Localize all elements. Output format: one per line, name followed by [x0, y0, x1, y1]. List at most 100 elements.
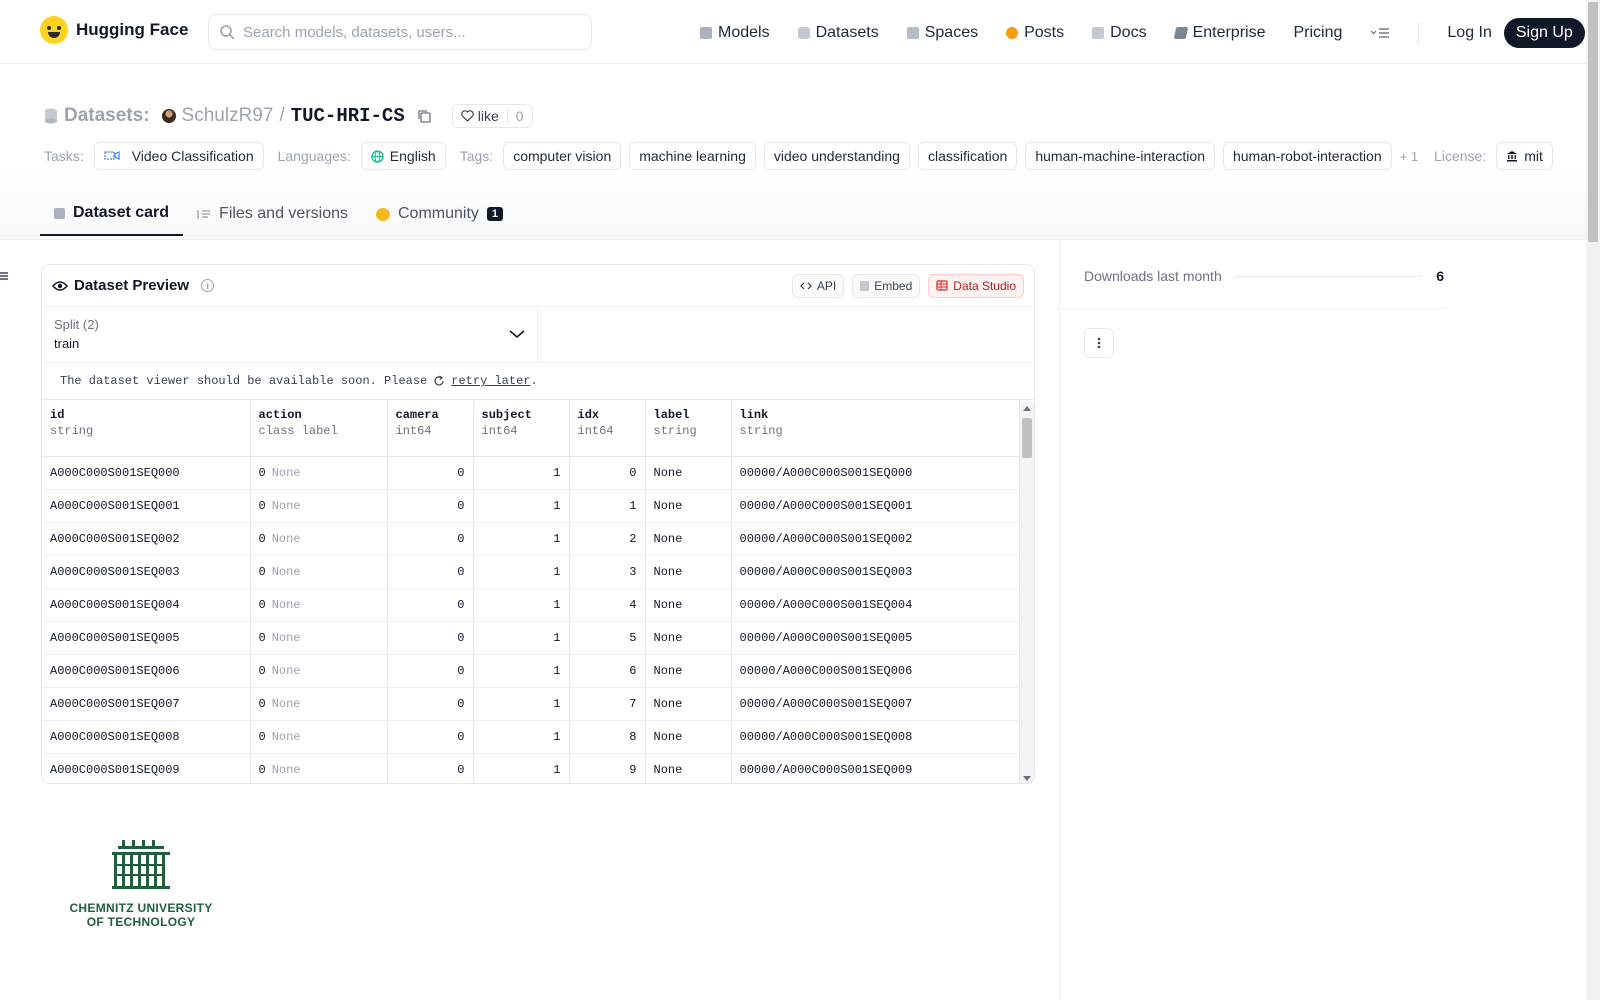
api-label: API: [816, 278, 837, 293]
table-row[interactable]: A000C000S001SEQ008 0 None 0 1 8 None 00000/A000…: [42, 720, 1020, 754]
tab-dataset-card[interactable]: Dataset card: [40, 192, 184, 236]
language-tag[interactable]: English: [360, 142, 446, 170]
search-box[interactable]: [208, 14, 592, 50]
bank-icon: [1507, 151, 1518, 162]
retry-later-link[interactable]: retry later: [451, 374, 530, 388]
column-header-action[interactable]: action class label: [250, 400, 388, 457]
column-name: id: [50, 408, 65, 422]
split-select[interactable]: Split (2) train: [42, 307, 538, 362]
tab-label: Dataset card: [73, 204, 170, 221]
column-header-camera[interactable]: camera int64: [387, 400, 474, 457]
downloads-value: 6: [1436, 268, 1444, 284]
column-header-idx[interactable]: idx int64: [569, 400, 646, 457]
table-row[interactable]: A000C000S001SEQ004 0 None 0 1 4 None 00000/A000…: [42, 588, 1020, 622]
tag-chip[interactable]: machine learning: [629, 142, 756, 170]
table-row[interactable]: A000C000S001SEQ001 0 None 0 1 1 None 00000/A000…: [42, 489, 1020, 523]
cell-action: 0 None: [250, 456, 388, 490]
cell-link: 00000/A000C000S001SEQ008: [731, 720, 1020, 754]
cell-id: A000C000S001SEQ008: [42, 720, 251, 754]
license-tag[interactable]: mit: [1496, 142, 1553, 170]
more-tags-button[interactable]: + 1: [1400, 149, 1418, 164]
nav-posts[interactable]: Posts: [1006, 24, 1064, 42]
cell-subject: 1: [473, 654, 570, 688]
table-row[interactable]: A000C000S001SEQ002 0 None 0 1 2 None 00000/A000…: [42, 522, 1020, 556]
hf-logo[interactable]: Hugging Face: [40, 16, 188, 44]
dataset-name[interactable]: TUC-HRI-CS: [291, 105, 405, 127]
owner-link[interactable]: SchulzR97: [182, 105, 274, 127]
embed-icon: [860, 280, 870, 291]
table-row[interactable]: A000C000S001SEQ007 0 None 0 1 7 None 00000/A000…: [42, 687, 1020, 721]
page-scroll-thumb[interactable]: [1588, 2, 1598, 242]
cell-subject: 1: [473, 489, 570, 523]
nav-docs[interactable]: Docs: [1092, 24, 1147, 42]
kebab-menu-button[interactable]: [1084, 328, 1114, 358]
api-button[interactable]: API: [791, 273, 845, 298]
refresh-icon: [434, 375, 444, 386]
notice-text: The dataset viewer should be available s…: [60, 374, 428, 388]
copy-icon[interactable]: [417, 109, 432, 124]
nav-pricing[interactable]: Pricing: [1293, 24, 1342, 42]
tag-chip[interactable]: human-machine-interaction: [1025, 142, 1215, 170]
like-button[interactable]: like 0: [451, 104, 533, 128]
nav-spaces[interactable]: Spaces: [906, 24, 978, 42]
embed-label: Embed: [874, 278, 913, 293]
notice-end: .: [530, 374, 538, 388]
cell-camera: 0: [387, 654, 474, 688]
nav-label: Enterprise: [1192, 24, 1266, 41]
search-input[interactable]: [243, 23, 583, 41]
nav-datasets[interactable]: Datasets: [797, 24, 879, 42]
scroll-up-arrow-icon[interactable]: [1023, 406, 1031, 411]
cell-camera: 0: [387, 489, 474, 523]
like-label: like: [477, 108, 499, 124]
nav-label: Pricing: [1293, 24, 1343, 41]
nav-enterprise[interactable]: Enterprise: [1173, 24, 1266, 42]
cell-label: None: [645, 489, 732, 523]
owner-avatar[interactable]: [161, 109, 176, 123]
cube-icon: [54, 207, 65, 219]
book-icon: [1092, 27, 1105, 39]
embed-button[interactable]: Embed: [852, 273, 921, 298]
table-row[interactable]: A000C000S001SEQ006 0 None 0 1 6 None 00000/A000…: [42, 654, 1020, 688]
tag-chip[interactable]: human-robot-interaction: [1222, 142, 1392, 170]
column-header-label[interactable]: label string: [645, 400, 732, 457]
cell-label: None: [645, 522, 732, 556]
nav-label: Models: [718, 24, 770, 41]
cell-idx: 7: [569, 687, 646, 721]
cell-id: A000C000S001SEQ006: [42, 654, 251, 688]
hugging-face-logo-icon: [40, 16, 68, 44]
university-name: CHEMNITZ UNIVERSITY OF TECHNOLOGY: [66, 901, 216, 929]
column-type: int64: [481, 424, 518, 438]
cell-idx: 5: [569, 621, 646, 655]
task-tag[interactable]: Video Classification: [93, 142, 264, 170]
university-line2: OF TECHNOLOGY: [86, 915, 196, 929]
column-header-subject[interactable]: subject int64: [473, 400, 570, 457]
data-studio-button[interactable]: Data Studio: [928, 273, 1024, 298]
login-link[interactable]: Log In: [1447, 24, 1491, 42]
table-row[interactable]: A000C000S001SEQ000 0 None 0 1 0 None 00000/A000…: [42, 456, 1020, 490]
nav-models[interactable]: Models: [700, 24, 770, 42]
cell-link: 00000/A000C000S001SEQ005: [731, 621, 1020, 655]
column-header-id[interactable]: id string: [42, 400, 251, 457]
tag-chip[interactable]: classification: [917, 142, 1018, 170]
tag-chip[interactable]: computer vision: [503, 142, 622, 170]
cell-link: 00000/A000C000S001SEQ007: [731, 687, 1020, 721]
page-scrollbar[interactable]: [1586, 0, 1600, 1000]
column-type: string: [653, 424, 697, 438]
table-row[interactable]: A000C000S001SEQ003 0 None 0 1 3 None 00000/A000…: [42, 555, 1020, 589]
table-row[interactable]: A000C000S001SEQ005 0 None 0 1 5 None 00000/A000…: [42, 621, 1020, 655]
tab-files-and-versions[interactable]: Files and versions: [183, 192, 362, 236]
eye-icon: [52, 280, 68, 291]
preview-header: Dataset Preview i API Embed Data Studio: [42, 265, 1034, 307]
table-row[interactable]: A000C000S001SEQ009 0 None 0 1 9 None 00000/A000…: [42, 753, 1020, 783]
nav-more[interactable]: [1370, 27, 1390, 39]
toc-toggle-icon[interactable]: [0, 268, 10, 284]
info-icon[interactable]: i: [201, 279, 215, 292]
heart-icon: [461, 110, 474, 122]
scroll-thumb[interactable]: [1022, 418, 1032, 458]
tab-community[interactable]: Community 1: [362, 192, 517, 236]
signup-button[interactable]: Sign Up: [1503, 18, 1585, 48]
column-header-link[interactable]: link string: [731, 400, 1020, 457]
tag-chip[interactable]: video understanding: [763, 142, 910, 170]
table-scrollbar[interactable]: [1020, 402, 1034, 783]
scroll-down-arrow-icon[interactable]: [1023, 776, 1031, 781]
